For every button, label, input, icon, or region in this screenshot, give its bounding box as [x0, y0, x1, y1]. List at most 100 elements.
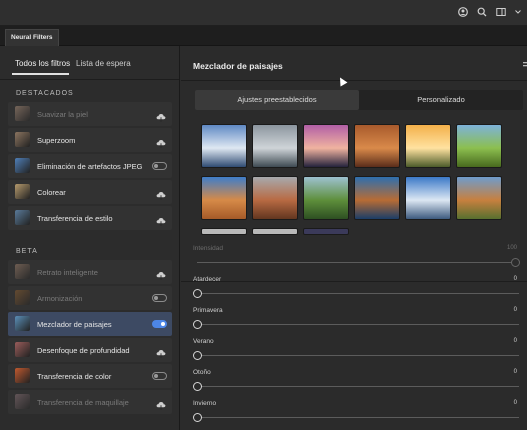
filter-item[interactable]: Transferencia de estilo	[8, 206, 172, 230]
slider-track[interactable]	[197, 417, 519, 418]
preset-thumbnail[interactable]	[303, 124, 349, 168]
filter-thumbnail-icon	[15, 342, 30, 357]
slider-label: Verano	[193, 338, 214, 345]
preset-thumbnail[interactable]	[405, 176, 451, 220]
preset-thumbnail[interactable]	[303, 176, 349, 220]
filter-toggle[interactable]	[152, 320, 167, 328]
filter-item-label: Retrato inteligente	[37, 268, 98, 277]
section-beta: BETA	[16, 248, 38, 255]
filter-item-label: Mezclador de paisajes	[37, 320, 112, 329]
preset-thumbnail[interactable]	[252, 176, 298, 220]
slider-label: Otoño	[193, 369, 211, 376]
slider-value: 100	[506, 245, 517, 251]
filter-thumbnail-icon	[15, 184, 30, 199]
filter-toggle[interactable]	[152, 162, 167, 170]
slider-track[interactable]	[197, 386, 519, 387]
toggle-knob	[161, 322, 165, 326]
slider-track[interactable]	[197, 293, 519, 294]
cloud-download-icon[interactable]	[156, 135, 166, 149]
slider-value: 0	[513, 400, 517, 406]
slider-value: 0	[513, 276, 517, 282]
slider-value: 0	[513, 338, 517, 344]
preset-thumbnail[interactable]	[201, 176, 247, 220]
slider-handle[interactable]	[511, 258, 520, 267]
preset-thumbnail[interactable]	[456, 124, 502, 168]
panel-title: Mezclador de paisajes	[193, 61, 283, 71]
slider-handle[interactable]	[193, 320, 202, 329]
slider-label: Intensidad	[193, 245, 223, 252]
preset-thumbnail-partial[interactable]	[201, 228, 247, 235]
filter-item[interactable]: Eliminación de artefactos JPEG	[8, 154, 172, 178]
filter-item-label: Colorear	[37, 188, 66, 197]
tab-custom[interactable]: Personalizado	[359, 90, 523, 110]
cloud-download-icon[interactable]	[156, 267, 166, 281]
document-tab[interactable]: Neural Filters	[5, 29, 59, 46]
tab-all-filters[interactable]: Todos los filtros	[15, 59, 70, 68]
slider-value: 0	[513, 307, 517, 313]
filter-thumbnail-icon	[15, 290, 30, 305]
toggle-knob	[154, 164, 158, 168]
filter-item[interactable]: Colorear	[8, 180, 172, 204]
sliders-divider	[181, 281, 527, 282]
preset-thumbnail[interactable]	[405, 124, 451, 168]
chevron-down-icon[interactable]	[515, 7, 521, 17]
active-tab-indicator	[12, 73, 69, 75]
slider-track[interactable]	[197, 355, 519, 356]
filter-thumbnail-icon	[15, 158, 30, 173]
filter-item[interactable]: Suavizar la piel	[8, 102, 172, 126]
filter-item-label: Superzoom	[37, 136, 76, 145]
filter-item[interactable]: Transferencia de maquillaje	[8, 390, 172, 414]
filter-thumbnail-icon	[15, 132, 30, 147]
search-icon[interactable]	[477, 7, 487, 17]
cloud-download-icon[interactable]	[156, 213, 166, 227]
preset-thumbnail[interactable]	[201, 124, 247, 168]
preset-thumbnail[interactable]	[456, 176, 502, 220]
workspace-icon[interactable]	[496, 7, 506, 17]
cloud-download-icon[interactable]	[156, 109, 166, 123]
filter-thumbnail-icon	[15, 210, 30, 225]
slider-handle[interactable]	[193, 351, 202, 360]
filter-thumbnail-icon	[15, 368, 30, 383]
slider-label: Atardecer	[193, 276, 222, 283]
slider-handle[interactable]	[193, 413, 202, 422]
panel-header: Mezclador de paisajes	[181, 46, 527, 81]
account-icon[interactable]	[458, 7, 468, 17]
filter-item[interactable]: Armonización	[8, 286, 172, 310]
tab-presets[interactable]: Ajustes preestablecidos	[195, 90, 359, 110]
filters-panel: Todos los filtros Lista de espera DESTAC…	[0, 46, 180, 430]
filter-item[interactable]: Mezclador de paisajes	[8, 312, 172, 336]
filter-thumbnail-icon	[15, 106, 30, 121]
filter-thumbnail-icon	[15, 394, 30, 409]
tab-wait-list[interactable]: Lista de espera	[76, 59, 131, 68]
cloud-download-icon[interactable]	[156, 345, 166, 359]
app-top-bar	[0, 0, 527, 26]
filter-item[interactable]: Superzoom	[8, 128, 172, 152]
filters-tabs: Todos los filtros Lista de espera	[0, 46, 179, 80]
preset-thumbnail[interactable]	[354, 124, 400, 168]
slider-track[interactable]	[197, 324, 519, 325]
filter-toggle[interactable]	[152, 294, 167, 302]
cloud-download-icon[interactable]	[156, 187, 166, 201]
slider-handle[interactable]	[193, 382, 202, 391]
filter-toggle[interactable]	[152, 372, 167, 380]
preset-mode-segmented-control: Ajustes preestablecidos Personalizado	[195, 90, 523, 110]
toggle-knob	[154, 374, 158, 378]
filter-item[interactable]: Transferencia de color	[8, 364, 172, 388]
cloud-download-icon[interactable]	[156, 397, 166, 411]
slider-handle[interactable]	[193, 289, 202, 298]
preset-thumbnail[interactable]	[252, 124, 298, 168]
panel-menu-icon[interactable]	[522, 61, 527, 69]
preset-thumbnail[interactable]	[354, 176, 400, 220]
filter-item-label: Suavizar la piel	[37, 110, 88, 119]
section-featured: DESTACADOS	[16, 90, 74, 97]
filter-item-label: Armonización	[37, 294, 83, 303]
filter-item[interactable]: Desenfoque de profundidad	[8, 338, 172, 362]
preset-thumbnail-partial[interactable]	[252, 228, 298, 235]
slider-label: Invierno	[193, 400, 217, 407]
filter-item-label: Eliminación de artefactos JPEG	[37, 162, 143, 171]
filter-item[interactable]: Retrato inteligente	[8, 260, 172, 284]
slider-track[interactable]	[197, 262, 519, 263]
filter-thumbnail-icon	[15, 264, 30, 279]
slider-value: 0	[513, 369, 517, 375]
preset-thumbnail-partial[interactable]	[303, 228, 349, 235]
